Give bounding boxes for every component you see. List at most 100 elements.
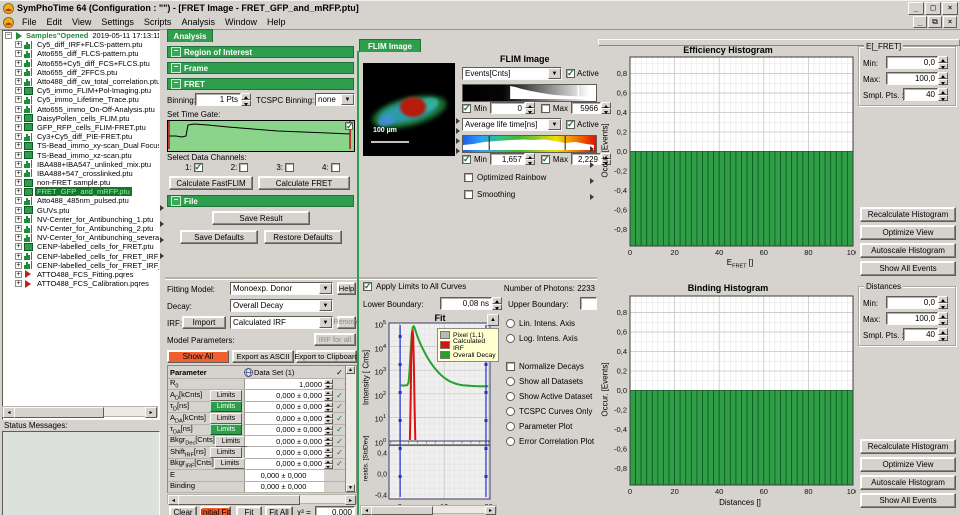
- checkbox[interactable]: ✓: [506, 362, 515, 371]
- show-all-button[interactable]: Show All: [167, 350, 229, 363]
- channel-checkbox[interactable]: ✓: [331, 163, 340, 172]
- menu-item[interactable]: Window: [220, 17, 262, 27]
- expander-icon[interactable]: +: [15, 262, 22, 269]
- chevron-down-icon[interactable]: ▼: [319, 300, 332, 311]
- parameter-value[interactable]: 0,000 ± 0,000: [244, 470, 324, 480]
- clear-button[interactable]: Clear: [169, 506, 197, 515]
- menu-item[interactable]: File: [17, 17, 42, 27]
- export-ascii-button[interactable]: Export as ASCII: [232, 350, 294, 363]
- value-spinner[interactable]: [324, 436, 333, 446]
- expander-icon[interactable]: +: [15, 197, 22, 204]
- value-spinner[interactable]: [324, 402, 333, 412]
- scroll-right-arrow[interactable]: ▸: [345, 495, 356, 505]
- efret-smpl-spinner[interactable]: [938, 88, 948, 101]
- tab-analysis[interactable]: Analysis: [167, 29, 213, 42]
- limits-button[interactable]: Limits: [215, 436, 247, 447]
- scroll-thumb[interactable]: [178, 495, 300, 505]
- lifetime-gradient-bar[interactable]: [462, 135, 597, 153]
- tree-item[interactable]: + GUVs.ptu: [3, 206, 159, 215]
- expander-icon[interactable]: +: [15, 207, 22, 214]
- expander-icon[interactable]: +: [15, 161, 22, 168]
- intensity-active-checkbox[interactable]: ✓: [566, 69, 575, 78]
- expander-icon[interactable]: +: [15, 280, 22, 287]
- optimized-rainbow-checkbox[interactable]: ✓: [464, 173, 473, 182]
- maximize-button[interactable]: □: [925, 2, 941, 15]
- tree-item[interactable]: + Atto488_485nm_pulsed.ptu: [3, 196, 159, 205]
- tree-item[interactable]: + NV-Center_for_Antibunching_1.ptu: [3, 215, 159, 224]
- scroll-thumb[interactable]: [14, 407, 104, 418]
- radio-button[interactable]: [506, 334, 515, 343]
- fitting-model-dropdown[interactable]: Monoexp. Donor▼: [230, 282, 333, 295]
- menu-item[interactable]: Scripts: [139, 17, 177, 27]
- right-splitter[interactable]: [590, 141, 594, 205]
- expander-icon[interactable]: +: [15, 60, 22, 67]
- import-irf-button[interactable]: Import: [182, 316, 226, 329]
- apply-limits-checkbox[interactable]: ✓: [363, 282, 372, 291]
- channel-checkbox[interactable]: ✓: [285, 163, 294, 172]
- radio-button[interactable]: [506, 319, 515, 328]
- limits-button[interactable]: Limits: [210, 413, 242, 424]
- efret-min-spinner[interactable]: [938, 56, 948, 69]
- lifetime-min-input[interactable]: 1,657: [490, 153, 525, 165]
- expander-icon[interactable]: +: [15, 216, 22, 223]
- lower-boundary-spinner[interactable]: [492, 297, 502, 310]
- tree-item[interactable]: + Atto655_immo_On-Off-Analysis.ptu: [3, 105, 159, 114]
- histogram-button[interactable]: Recalculate Histogram: [860, 439, 956, 454]
- collapse-icon[interactable]: −: [171, 196, 181, 206]
- tree-item[interactable]: + ATTO488_FCS_Calibration.pqres: [3, 279, 159, 288]
- scroll-right-arrow[interactable]: ▸: [145, 407, 157, 418]
- tree-item[interactable]: + Atto655_diff_2FFCS.ptu: [3, 68, 159, 77]
- intensity-max-checkbox[interactable]: ✓: [541, 104, 550, 113]
- section-file[interactable]: −File: [167, 195, 354, 207]
- minimize-button[interactable]: _: [908, 2, 924, 15]
- limits-button[interactable]: Limits: [210, 390, 242, 401]
- expander-icon[interactable]: +: [15, 87, 22, 94]
- help-button[interactable]: Help: [337, 282, 356, 295]
- scroll-up-arrow[interactable]: ▲: [346, 366, 355, 374]
- histogram-button[interactable]: Show All Events: [860, 261, 956, 276]
- scroll-down-arrow[interactable]: ▼: [346, 484, 355, 492]
- value-spinner[interactable]: [324, 459, 333, 469]
- value-spinner[interactable]: [324, 425, 333, 435]
- limits-button[interactable]: Limits: [214, 458, 246, 469]
- initial-fit-button[interactable]: Initial Fit: [200, 506, 231, 515]
- channel-checkbox[interactable]: ✓: [239, 163, 248, 172]
- histogram-button[interactable]: Recalculate Histogram: [860, 207, 956, 222]
- tree-item[interactable]: + non-FRET sample.ptu: [3, 178, 159, 187]
- radio-button[interactable]: [506, 422, 515, 431]
- radio-button[interactable]: [506, 392, 515, 401]
- parameter-value[interactable]: 0,000 ± 0,000: [244, 413, 324, 423]
- expander-icon[interactable]: +: [15, 253, 22, 260]
- section-frame[interactable]: −Frame: [167, 62, 354, 74]
- collapse-icon[interactable]: −: [171, 63, 181, 73]
- intensity-min-spinner[interactable]: [525, 102, 535, 114]
- flim-splitter[interactable]: [456, 116, 460, 156]
- binning-input[interactable]: 1 Pts: [195, 93, 241, 106]
- save-result-button[interactable]: Save Result: [212, 211, 310, 225]
- tree-item[interactable]: + TS-Bead_immo_xz-scan.ptu: [3, 150, 159, 159]
- histogram-button[interactable]: Autoscale Histogram: [860, 243, 956, 258]
- distances-min-input[interactable]: 0,0: [886, 296, 938, 309]
- tree-item[interactable]: + NV-Center_for_Antibunching_2.ptu: [3, 224, 159, 233]
- parameter-value[interactable]: 0,000 ± 0,000: [244, 425, 324, 435]
- tree-item[interactable]: + IBA488+547_crosslinked.ptu: [3, 169, 159, 178]
- efret-min-input[interactable]: 0,0: [886, 56, 938, 69]
- lifetime-max-input[interactable]: 2,229: [571, 153, 601, 165]
- expander-icon[interactable]: +: [15, 124, 22, 131]
- collapse-icon[interactable]: −: [171, 47, 181, 57]
- tree-item[interactable]: + CENP-labelled_cells_for_FRET.ptu: [3, 242, 159, 251]
- chevron-down-icon[interactable]: ▼: [319, 317, 332, 328]
- intensity-max-input[interactable]: 5966: [571, 102, 601, 114]
- value-spinner[interactable]: [324, 390, 333, 400]
- menu-item[interactable]: Settings: [96, 17, 139, 27]
- tree-h-scrollbar[interactable]: ◂ ▸: [2, 406, 158, 417]
- upper-boundary-input[interactable]: [580, 297, 597, 310]
- distances-max-spinner[interactable]: [938, 312, 948, 325]
- menu-item[interactable]: Help: [262, 17, 291, 27]
- mdi-minimize-button[interactable]: _: [913, 16, 927, 28]
- limits-button[interactable]: Limits: [210, 424, 242, 435]
- globe-icon[interactable]: [244, 368, 253, 377]
- tree-item[interactable]: + NV-Center_for_Antibunching_several.ptu: [3, 233, 159, 242]
- expander-icon[interactable]: +: [15, 41, 22, 48]
- collapse-icon[interactable]: −: [5, 32, 12, 39]
